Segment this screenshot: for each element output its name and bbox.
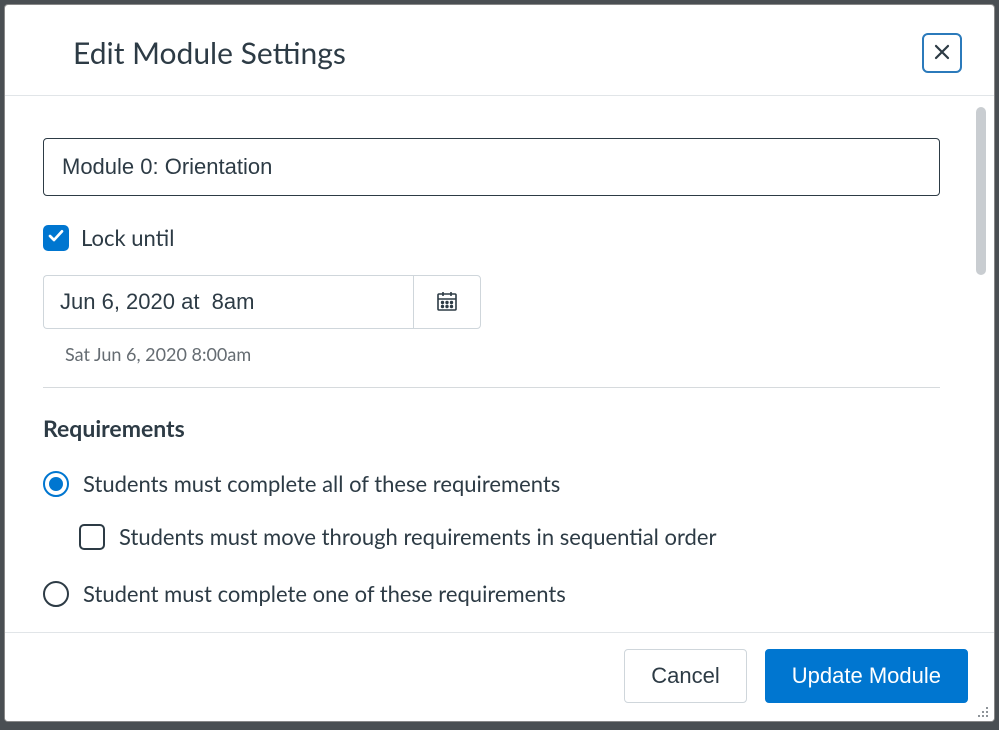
edit-module-dialog: Edit Module Settings Lock until [4,4,995,722]
dialog-footer: Cancel Update Module [5,632,994,721]
lock-until-row: Lock until [43,224,940,251]
requirement-option-one-row: Student must complete one of these requi… [43,580,940,607]
checkmark-icon [48,228,64,247]
scrollbar[interactable] [976,107,986,275]
requirement-all-radio[interactable] [43,471,69,497]
dialog-header: Edit Module Settings [5,5,994,96]
calendar-button[interactable] [413,275,481,329]
close-icon [933,43,951,64]
module-name-input[interactable] [43,138,940,196]
lock-date-hint: Sat Jun 6, 2020 8:00am [65,343,940,365]
lock-until-label: Lock until [81,224,174,251]
resize-grip-icon[interactable] [972,701,990,719]
sequential-checkbox[interactable] [79,524,105,550]
lock-date-input[interactable] [43,275,413,329]
section-divider [43,387,940,388]
requirement-option-all-row: Students must complete all of these requ… [43,470,940,497]
requirements-heading: Requirements [43,414,940,442]
lock-date-row [43,275,940,329]
requirement-all-label: Students must complete all of these requ… [83,470,560,497]
dialog-body: Lock until [5,96,994,632]
lock-until-checkbox[interactable] [43,225,69,251]
sequential-label: Students must move through requirements … [119,523,717,550]
sequential-row: Students must move through requirements … [79,523,940,550]
requirement-one-label: Student must complete one of these requi… [83,580,566,607]
dialog-title: Edit Module Settings [73,35,346,71]
requirement-one-radio[interactable] [43,581,69,607]
calendar-icon [435,289,459,316]
radio-dot-icon [49,477,63,491]
cancel-button[interactable]: Cancel [624,649,746,703]
update-module-button[interactable]: Update Module [765,649,968,703]
close-button[interactable] [922,33,962,73]
